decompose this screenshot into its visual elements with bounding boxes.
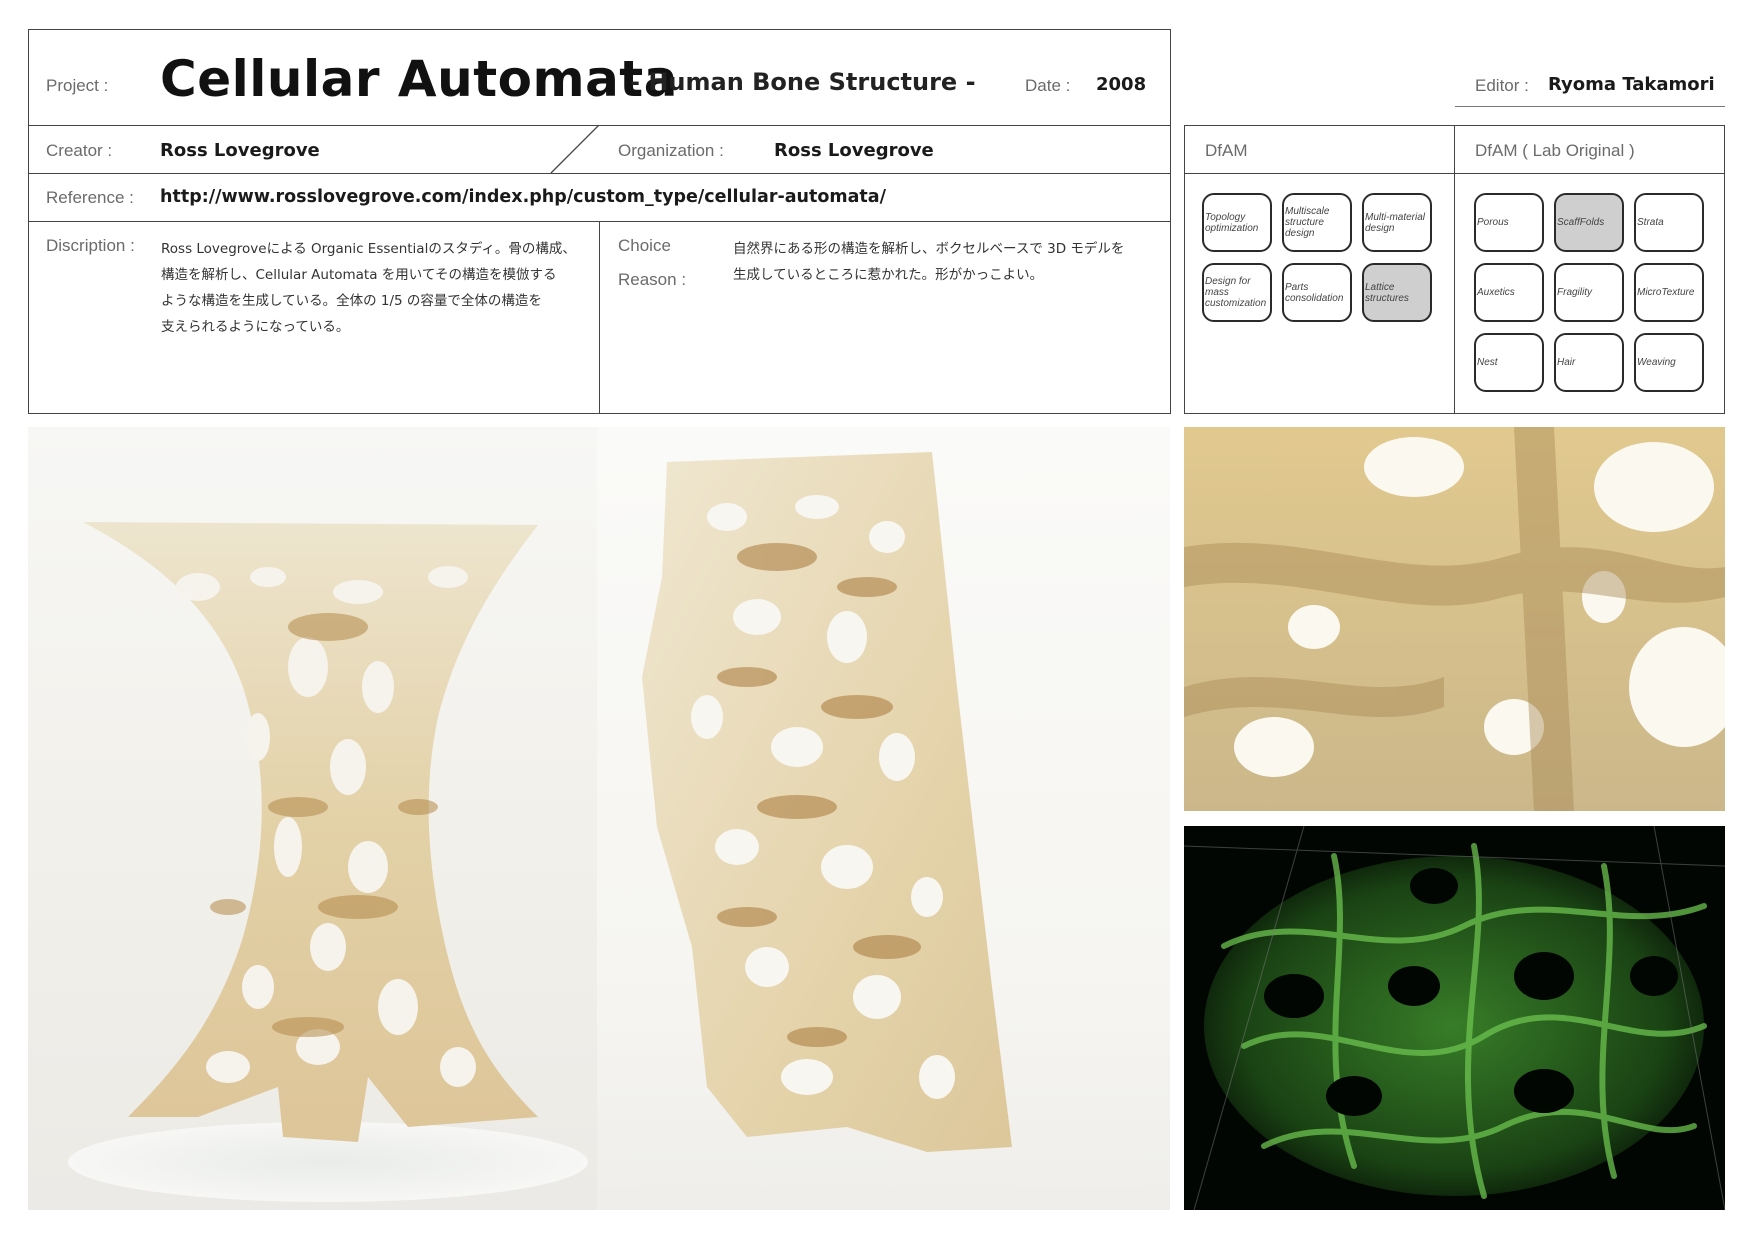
dfam-tile-label: Porous [1477, 217, 1509, 228]
organization-label: Organization : [618, 141, 724, 160]
voxel-closeup-photo [1184, 427, 1725, 811]
dfam-tile[interactable]: MicroTexture [1634, 263, 1704, 322]
editor-label: Editor : [1475, 76, 1529, 95]
dfam-tile[interactable]: Hair [1554, 333, 1624, 392]
bone-column-illustration [642, 452, 1012, 1152]
dfam-tile[interactable]: Lattice structures [1362, 263, 1432, 322]
reason-label: Reason : [618, 270, 687, 289]
dfam-tile-label: Hair [1557, 357, 1576, 368]
dfam-tile-label: Parts consolidation [1285, 281, 1344, 304]
choice-reason-text: 自然界にある形の構造を解析し、ボクセルベースで 3D モデルを 生成しているとこ… [733, 236, 1124, 288]
dfam-tile-label: Design for mass customization [1205, 276, 1267, 309]
dfam-tile-label: Multiscale structure design [1285, 206, 1330, 239]
project-label: Project : [46, 76, 109, 95]
sculpture-photo-side [597, 427, 1170, 1210]
dfam-tile-label: ScaffFolds [1557, 217, 1605, 228]
dfam-title: DfAM [1205, 141, 1248, 160]
description-line: 構造を解析し、Cellular Automata を用いてその構造を模倣する [161, 267, 557, 283]
diagonal-divider [550, 125, 600, 173]
sculpture-photo-front [28, 427, 597, 1210]
dfam-tile[interactable]: ScaffFolds [1554, 193, 1624, 252]
dfam-tile[interactable]: Auxetics [1474, 263, 1544, 322]
description-label: Discription : [46, 236, 135, 255]
dfam-tile[interactable]: Weaving [1634, 333, 1704, 392]
date-value: 2008 [1096, 74, 1147, 95]
dfam-tile-label: Weaving [1637, 357, 1676, 368]
dfam-tile[interactable]: Topology optimization [1202, 193, 1272, 252]
dfam-tile[interactable]: Multi-material design [1362, 193, 1432, 252]
project-title: Cellular Automata [160, 50, 678, 108]
dfam-tile[interactable]: Design for mass customization [1202, 263, 1272, 322]
reference-link[interactable]: http://www.rosslovegrove.com/index.php/c… [160, 187, 886, 207]
dfam-tile[interactable]: Fragility [1554, 263, 1624, 322]
editor-underline [1455, 106, 1725, 107]
dfam-tile-label: MicroTexture [1637, 287, 1695, 298]
editor-value: Ryoma Takamori [1548, 74, 1715, 95]
dfam-lab-title: DfAM ( Lab Original ) [1475, 141, 1635, 160]
dfam-tile-label: Lattice structures [1365, 281, 1409, 304]
creator-label: Creator : [46, 141, 113, 160]
choice-line: 生成しているところに惹かれた。形がかっこよい。 [733, 267, 1044, 283]
dfam-tile-label: Auxetics [1477, 287, 1515, 298]
divider-line [599, 221, 600, 413]
description-text: Ross Lovegroveによる Organic Essentialのスタディ… [161, 236, 576, 340]
divider-line [1454, 126, 1455, 413]
divider-line [29, 173, 1170, 174]
creator-value: Ross Lovegrove [160, 140, 320, 161]
dfam-tile-label: Fragility [1557, 287, 1593, 298]
choice-line: 自然界にある形の構造を解析し、ボクセルベースで 3D モデルを [733, 241, 1125, 257]
dfam-tile[interactable]: Multiscale structure design [1282, 193, 1352, 252]
description-line: Ross Lovegroveによる Organic Essentialのスタディ… [161, 241, 576, 257]
dfam-tile[interactable]: Porous [1474, 193, 1544, 252]
date-label: Date : [1025, 76, 1071, 95]
reference-label: Reference : [46, 188, 134, 207]
bone-stool-illustration [68, 522, 588, 1202]
dfam-tile[interactable]: Strata [1634, 193, 1704, 252]
dfam-tile[interactable]: Nest [1474, 333, 1544, 392]
organization-value: Ross Lovegrove [774, 140, 934, 161]
description-line: ような構造を生成している。全体の 1/5 の容量で全体の構造を [161, 293, 542, 309]
project-subtitle: - Human Bone Structure - [630, 68, 976, 96]
green-voxel-render [1184, 826, 1725, 1210]
dfam-tile-label: Strata [1637, 217, 1664, 228]
dfam-tile-label: Topology optimization [1205, 211, 1259, 234]
voxel-closeup-illustration [1184, 427, 1725, 811]
green-voxel-illustration [1184, 826, 1725, 1210]
dfam-tile-label: Nest [1477, 357, 1498, 368]
choice-label: Choice [618, 236, 671, 255]
dfam-tile-label: Multi-material design [1365, 211, 1426, 234]
description-line: 支えられるようになっている。 [161, 319, 350, 335]
dfam-tile[interactable]: Parts consolidation [1282, 263, 1352, 322]
